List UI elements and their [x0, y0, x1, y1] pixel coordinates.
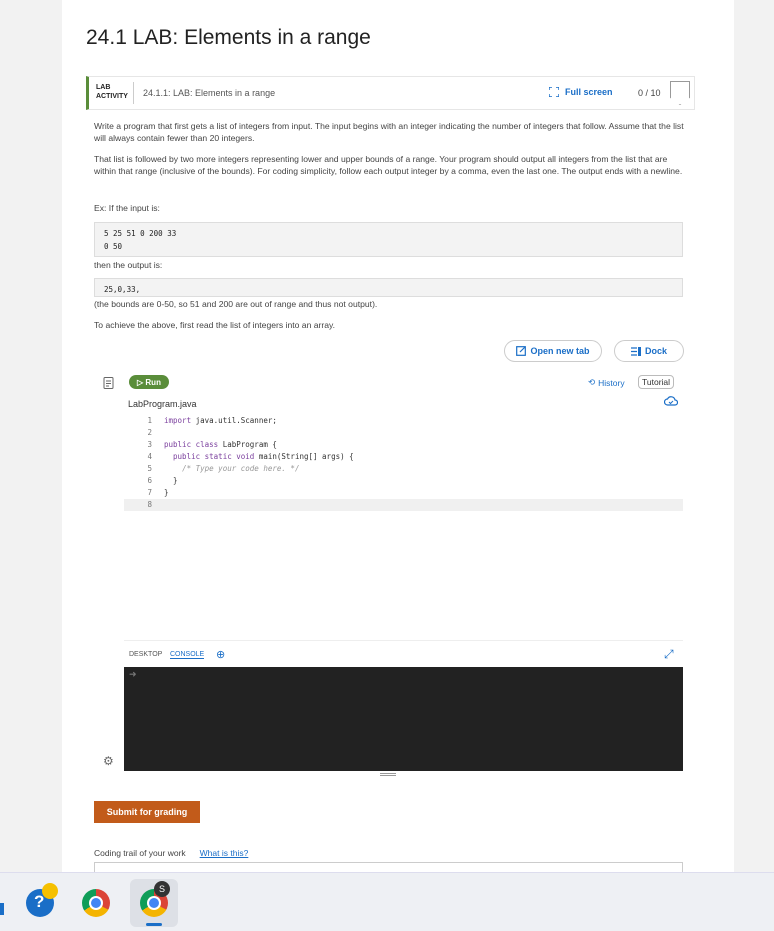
- active-indicator: [146, 923, 162, 926]
- chrome-profile-icon[interactable]: S: [140, 881, 170, 917]
- cloud-save-icon: [664, 396, 678, 406]
- editor-filename: LabProgram.java: [128, 399, 197, 409]
- resize-handle[interactable]: [380, 773, 396, 776]
- chrome-icon[interactable]: [82, 889, 110, 917]
- tab-console[interactable]: CONSOLE: [170, 651, 205, 659]
- tutorial-button[interactable]: Tutorial: [638, 375, 675, 389]
- code-line[interactable]: 5 /* Type your code here. */: [124, 463, 683, 475]
- description-p1: Write a program that first gets a list o…: [94, 121, 684, 143]
- code-line[interactable]: 3 public class LabProgram {: [124, 439, 683, 451]
- activity-title: 24.1.1: LAB: Elements in a range: [143, 88, 276, 98]
- dock-icon: [630, 346, 641, 356]
- add-tab-icon[interactable]: ⊕: [216, 648, 225, 661]
- coding-trail: Coding trail of your work What is this?: [94, 848, 249, 858]
- description-p2: That list is followed by two more intege…: [94, 154, 683, 176]
- open-new-tab-button[interactable]: Open new tab: [504, 340, 602, 362]
- example-input: 5 25 51 0 200 33 0 50: [94, 222, 683, 257]
- tab-desktop[interactable]: DESKTOP: [129, 651, 162, 658]
- score-label: 0 / 10: [638, 88, 661, 98]
- taskbar-indicator: [0, 903, 4, 915]
- expand-icon[interactable]: ⤢: [664, 647, 674, 662]
- taskbar: ? S: [0, 872, 774, 931]
- prompt-arrow-icon: ➜: [129, 669, 137, 679]
- lab-page: 24.1 LAB: Elements in a range LAB ACTIVI…: [62, 0, 734, 872]
- example-output: 25,0,33,: [94, 278, 683, 297]
- example-label: Ex: If the input is:: [94, 203, 160, 213]
- output-label: then the output is:: [94, 260, 163, 270]
- submit-button[interactable]: Submit for grading: [94, 801, 200, 823]
- lab-activity-tag: LAB ACTIVITY: [96, 84, 128, 100]
- page-title: 24.1 LAB: Elements in a range: [86, 26, 371, 49]
- divider: [133, 82, 134, 104]
- history-icon: ⟲: [588, 377, 596, 387]
- fullscreen-button[interactable]: Full screen: [549, 87, 613, 97]
- bounds-note: (the bounds are 0-50, so 51 and 200 are …: [94, 299, 378, 309]
- console-tabs: DESKTOP CONSOLE ⊕ ⤢: [124, 640, 683, 664]
- score-badge: [670, 81, 690, 105]
- code-line[interactable]: 4 public static void main(String[] args)…: [124, 451, 683, 463]
- achieve-note: To achieve the above, first read the lis…: [94, 320, 336, 330]
- run-button[interactable]: ▷ Run: [129, 375, 169, 389]
- help-app-icon[interactable]: ?: [26, 883, 58, 917]
- dock-button[interactable]: Dock: [614, 340, 684, 362]
- activity-header: LAB ACTIVITY 24.1.1: LAB: Elements in a …: [86, 76, 695, 110]
- file-icon[interactable]: [103, 377, 114, 389]
- history-button[interactable]: ⟲ History: [588, 377, 625, 388]
- code-line-active[interactable]: 8: [124, 499, 683, 511]
- code-line[interactable]: 1 import java.util.Scanner;: [124, 415, 683, 427]
- console-output[interactable]: ➜: [124, 667, 683, 771]
- fullscreen-icon: [549, 87, 559, 97]
- gear-icon[interactable]: ⚙: [103, 754, 114, 768]
- play-icon: ▷: [137, 377, 146, 387]
- code-line[interactable]: 6 }: [124, 475, 683, 487]
- what-is-this-link[interactable]: What is this?: [200, 848, 249, 858]
- code-line[interactable]: 2: [124, 427, 683, 439]
- code-line[interactable]: 7}: [124, 487, 683, 499]
- external-link-icon: [516, 346, 527, 356]
- trail-box: [94, 862, 683, 872]
